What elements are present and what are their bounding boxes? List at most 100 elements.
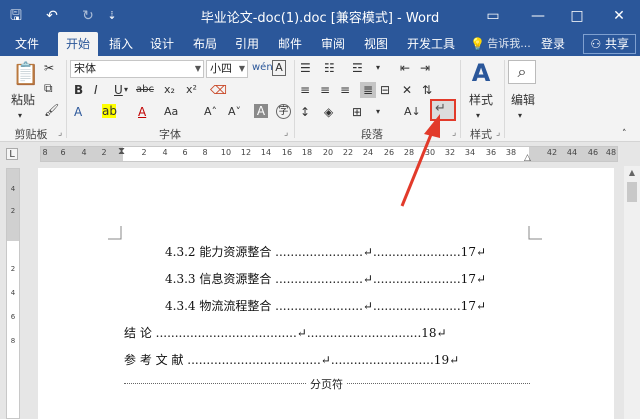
- ruler-tick: 10: [220, 148, 232, 157]
- phonetic-guide-icon[interactable]: wén: [252, 60, 273, 76]
- superscript-button[interactable]: x²: [186, 82, 197, 98]
- vertical-scrollbar[interactable]: ▲: [624, 166, 640, 419]
- styles-button[interactable]: 样式: [466, 92, 496, 108]
- format-painter-icon[interactable]: 🖌: [44, 102, 59, 118]
- font-color-icon[interactable]: A: [138, 104, 146, 120]
- shading-icon[interactable]: ◈: [324, 104, 333, 120]
- page-break[interactable]: 分页符: [124, 376, 530, 392]
- shrink-font-button[interactable]: A˅: [228, 104, 241, 120]
- styles-icon[interactable]: A: [466, 58, 496, 88]
- borders-icon[interactable]: ⊞: [352, 104, 362, 120]
- search-icon[interactable]: ⌕: [508, 60, 536, 84]
- ruler-tick: 2: [141, 148, 147, 157]
- chevron-down-icon[interactable]: ▾: [376, 60, 380, 76]
- tab-references[interactable]: 引用: [230, 32, 264, 56]
- paste-button[interactable]: 粘贴: [8, 92, 38, 108]
- scroll-up-icon[interactable]: ▲: [626, 168, 638, 180]
- ruler-tick: 48: [605, 148, 617, 157]
- maximize-button[interactable]: □: [566, 5, 588, 27]
- char-border-icon[interactable]: A: [272, 60, 286, 76]
- tab-view[interactable]: 视图: [359, 32, 393, 56]
- tab-insert[interactable]: 插入: [104, 32, 138, 56]
- collapse-ribbon-icon[interactable]: ˄: [622, 126, 627, 142]
- editing-dropdown-icon[interactable]: ▾: [518, 108, 522, 124]
- bold-button[interactable]: B: [74, 82, 83, 98]
- distributed-icon[interactable]: ⊟: [380, 82, 390, 98]
- italic-button[interactable]: I: [94, 82, 98, 98]
- styles-launcher-icon[interactable]: ⌟: [496, 128, 500, 138]
- minimize-button[interactable]: —: [527, 5, 549, 27]
- subscript-button[interactable]: x₂: [164, 82, 175, 98]
- font-launcher-icon[interactable]: ⌟: [284, 128, 288, 138]
- paste-icon[interactable]: 📋: [12, 62, 39, 88]
- paste-dropdown-icon[interactable]: ▾: [18, 108, 22, 124]
- tell-me-box[interactable]: 告诉我...: [484, 32, 534, 56]
- numbering-icon[interactable]: ☷: [324, 60, 335, 76]
- strikethrough-button[interactable]: abc: [136, 82, 154, 98]
- copy-icon[interactable]: ⧉: [44, 80, 53, 96]
- justify-icon[interactable]: ≣: [360, 82, 376, 98]
- toc-line[interactable]: 4.3.4 物流流程整合 .......................↵...…: [165, 298, 486, 314]
- clipboard-launcher-icon[interactable]: ⌟: [58, 128, 62, 138]
- font-name-combo[interactable]: 宋体 ▼: [70, 60, 204, 78]
- share-label: 共享: [604, 37, 629, 51]
- share-button[interactable]: ⚇ 共享: [583, 34, 636, 54]
- vruler-tick: 6: [10, 313, 16, 321]
- tab-home[interactable]: 开始: [58, 32, 98, 56]
- align-right-icon[interactable]: ≡: [340, 82, 350, 98]
- sort-icon[interactable]: ⇅: [422, 82, 432, 98]
- grow-font-button[interactable]: A˄: [204, 104, 217, 120]
- ribbon-display-button[interactable]: ▭: [482, 5, 504, 27]
- highlight-color-icon[interactable]: ab: [102, 104, 117, 118]
- group-divider: [504, 60, 505, 138]
- cut-icon[interactable]: ✂: [44, 60, 54, 76]
- underline-dropdown-icon[interactable]: ▾: [124, 82, 128, 98]
- ruler-tick: 14: [260, 148, 272, 157]
- tab-mailings[interactable]: 邮件: [273, 32, 307, 56]
- tab-review[interactable]: 审阅: [316, 32, 350, 56]
- signin-link[interactable]: 登录: [538, 32, 568, 56]
- text-effects-icon[interactable]: A: [74, 104, 82, 120]
- horizontal-ruler-row: L 8 6 4 2 2 4 6 8 10 12 14 16 18 20 22 2…: [0, 142, 640, 166]
- toc-line[interactable]: 4.3.2 能力资源整合 .......................↵...…: [165, 244, 486, 260]
- enclose-char-icon[interactable]: 字: [276, 104, 291, 119]
- font-size-combo[interactable]: 小四 ▼: [206, 60, 248, 78]
- editing-button[interactable]: 编辑: [508, 92, 538, 108]
- toc-line[interactable]: 参 考 文 献 ................................…: [124, 352, 459, 368]
- close-button[interactable]: ✕: [608, 5, 630, 27]
- multilevel-list-icon[interactable]: ☲: [352, 60, 363, 76]
- paragraph-mark-icon[interactable]: ↵: [435, 101, 446, 117]
- sort-az-icon[interactable]: A↓: [404, 104, 421, 120]
- decrease-indent-icon[interactable]: ⇤: [400, 60, 410, 76]
- right-indent-marker[interactable]: △: [524, 150, 531, 166]
- underline-button[interactable]: U: [114, 82, 123, 98]
- ruler-tick: 18: [301, 148, 313, 157]
- chevron-down-icon[interactable]: ▾: [376, 104, 380, 120]
- vertical-ruler[interactable]: 4 2 2 4 6 8: [6, 168, 20, 419]
- clear-formatting-icon[interactable]: ⌫: [210, 82, 227, 98]
- toc-line[interactable]: 4.3.3 信息资源整合 .......................↵...…: [165, 271, 486, 287]
- tab-selector[interactable]: L: [6, 148, 18, 160]
- increase-indent-icon[interactable]: ⇥: [420, 60, 430, 76]
- align-center-icon[interactable]: ≡: [320, 82, 330, 98]
- ruler-tick: 16: [281, 148, 293, 157]
- paragraph-launcher-icon[interactable]: ⌟: [452, 128, 456, 138]
- bullets-icon[interactable]: ☰: [300, 60, 311, 76]
- vruler-tick: 4: [10, 289, 16, 297]
- chinese-layout-icon[interactable]: ✕: [402, 82, 412, 98]
- ruler-tick: 6: [60, 148, 66, 157]
- align-left-icon[interactable]: ≡: [300, 82, 310, 98]
- change-case-button[interactable]: Aa: [164, 104, 178, 120]
- toc-line[interactable]: 结 论 ....................................…: [124, 325, 447, 341]
- scroll-thumb[interactable]: [627, 182, 637, 202]
- first-line-indent-marker[interactable]: ⧗: [118, 144, 125, 160]
- line-spacing-icon[interactable]: ↕: [300, 104, 310, 120]
- char-shading-icon[interactable]: A: [254, 104, 268, 118]
- styles-dropdown-icon[interactable]: ▾: [476, 108, 480, 124]
- tab-design[interactable]: 设计: [145, 32, 179, 56]
- tab-layout[interactable]: 布局: [188, 32, 222, 56]
- horizontal-ruler[interactable]: 8 6 4 2 2 4 6 8 10 12 14 16 18 20 22 24 …: [40, 146, 618, 162]
- tab-developer[interactable]: 开发工具: [402, 32, 460, 56]
- tab-file[interactable]: 文件: [6, 32, 48, 56]
- ruler-tick: 24: [362, 148, 374, 157]
